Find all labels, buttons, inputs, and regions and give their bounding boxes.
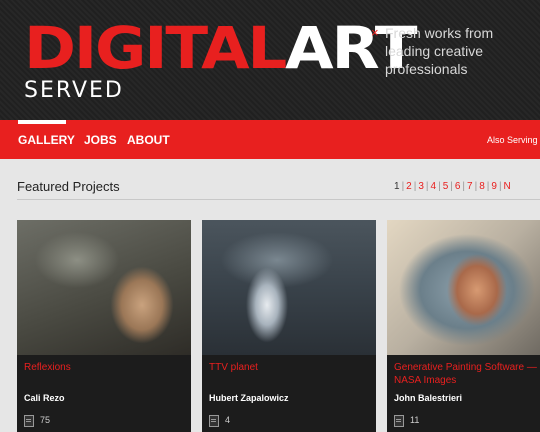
project-author[interactable]: John Balestrieri xyxy=(394,393,462,404)
logo-wordmark: DIGITALART xyxy=(24,18,417,78)
project-thumbnail[interactable] xyxy=(387,220,540,355)
page-separator: | xyxy=(413,181,417,192)
nav-about[interactable]: ABOUT xyxy=(127,133,170,147)
nav-jobs[interactable]: JOBS xyxy=(84,133,117,147)
document-icon xyxy=(394,415,404,427)
project-count: 75 xyxy=(40,415,51,425)
page-link-2[interactable]: 2 xyxy=(406,180,412,193)
section-title: Featured Projects xyxy=(17,179,120,194)
project-author[interactable]: Cali Rezo xyxy=(24,393,65,404)
project-card-generative-painting[interactable]: Generative Painting Software — NASA Imag… xyxy=(387,220,540,432)
page-link-7[interactable]: 7 xyxy=(467,180,473,193)
page-link-next[interactable]: N xyxy=(504,180,511,193)
project-title[interactable]: Reflexions xyxy=(24,361,186,374)
page-link-3[interactable]: 3 xyxy=(418,180,424,193)
page-separator: | xyxy=(450,181,453,192)
active-tab-indicator xyxy=(18,120,66,124)
project-card-ttv-planet[interactable]: TTV planet Hubert Zapalowicz 4 xyxy=(202,220,376,432)
page-link-4[interactable]: 4 xyxy=(431,180,437,193)
pagination: 1 | 2 | 3 | 4 | 5 | 6 | 7 | 8 | 9 | N xyxy=(394,180,511,193)
project-title[interactable]: TTV planet xyxy=(209,361,371,374)
page-separator: | xyxy=(486,181,490,192)
also-serving-label: Also Serving xyxy=(487,135,538,145)
page-link-9[interactable]: 9 xyxy=(491,180,497,193)
document-icon xyxy=(209,415,219,427)
tagline: × Fresh works from leading creative prof… xyxy=(371,24,536,78)
project-card-reflexions[interactable]: Reflexions Cali Rezo 75 xyxy=(17,220,191,432)
page-separator: | xyxy=(474,181,478,192)
logo-word-digital: DIGITAL xyxy=(24,14,287,82)
page-separator: | xyxy=(425,181,429,192)
page-link-1[interactable]: 1 xyxy=(394,180,400,193)
page-separator: | xyxy=(462,181,466,192)
project-thumbnail[interactable] xyxy=(202,220,376,355)
page-link-5[interactable]: 5 xyxy=(443,180,449,193)
tagline-line: Fresh works from xyxy=(385,25,494,41)
project-title[interactable]: Generative Painting Software — NASA Imag… xyxy=(394,361,539,387)
page-separator: | xyxy=(438,181,441,192)
site-logo[interactable]: DIGITALART SERVED xyxy=(24,18,417,108)
logo-subtitle: SERVED xyxy=(24,78,124,103)
project-author[interactable]: Hubert Zapalowicz xyxy=(209,393,289,404)
tagline-line: leading creative xyxy=(385,43,484,59)
document-icon xyxy=(24,415,34,427)
tagline-line: professionals xyxy=(385,61,468,77)
page-separator: | xyxy=(498,181,502,192)
main-nav: GALLERY JOBS ABOUT Also Serving xyxy=(0,120,540,159)
project-count: 4 xyxy=(225,415,231,425)
page-link-6[interactable]: 6 xyxy=(455,180,461,193)
project-count: 11 xyxy=(410,415,420,425)
project-thumbnail[interactable] xyxy=(17,220,191,355)
bullet-x-icon: × xyxy=(371,25,379,40)
page-separator: | xyxy=(401,181,405,192)
nav-gallery[interactable]: GALLERY xyxy=(18,133,75,147)
section-divider xyxy=(17,199,540,200)
site-header: DIGITALART SERVED × Fresh works from lea… xyxy=(0,0,540,120)
page-link-8[interactable]: 8 xyxy=(479,180,485,193)
